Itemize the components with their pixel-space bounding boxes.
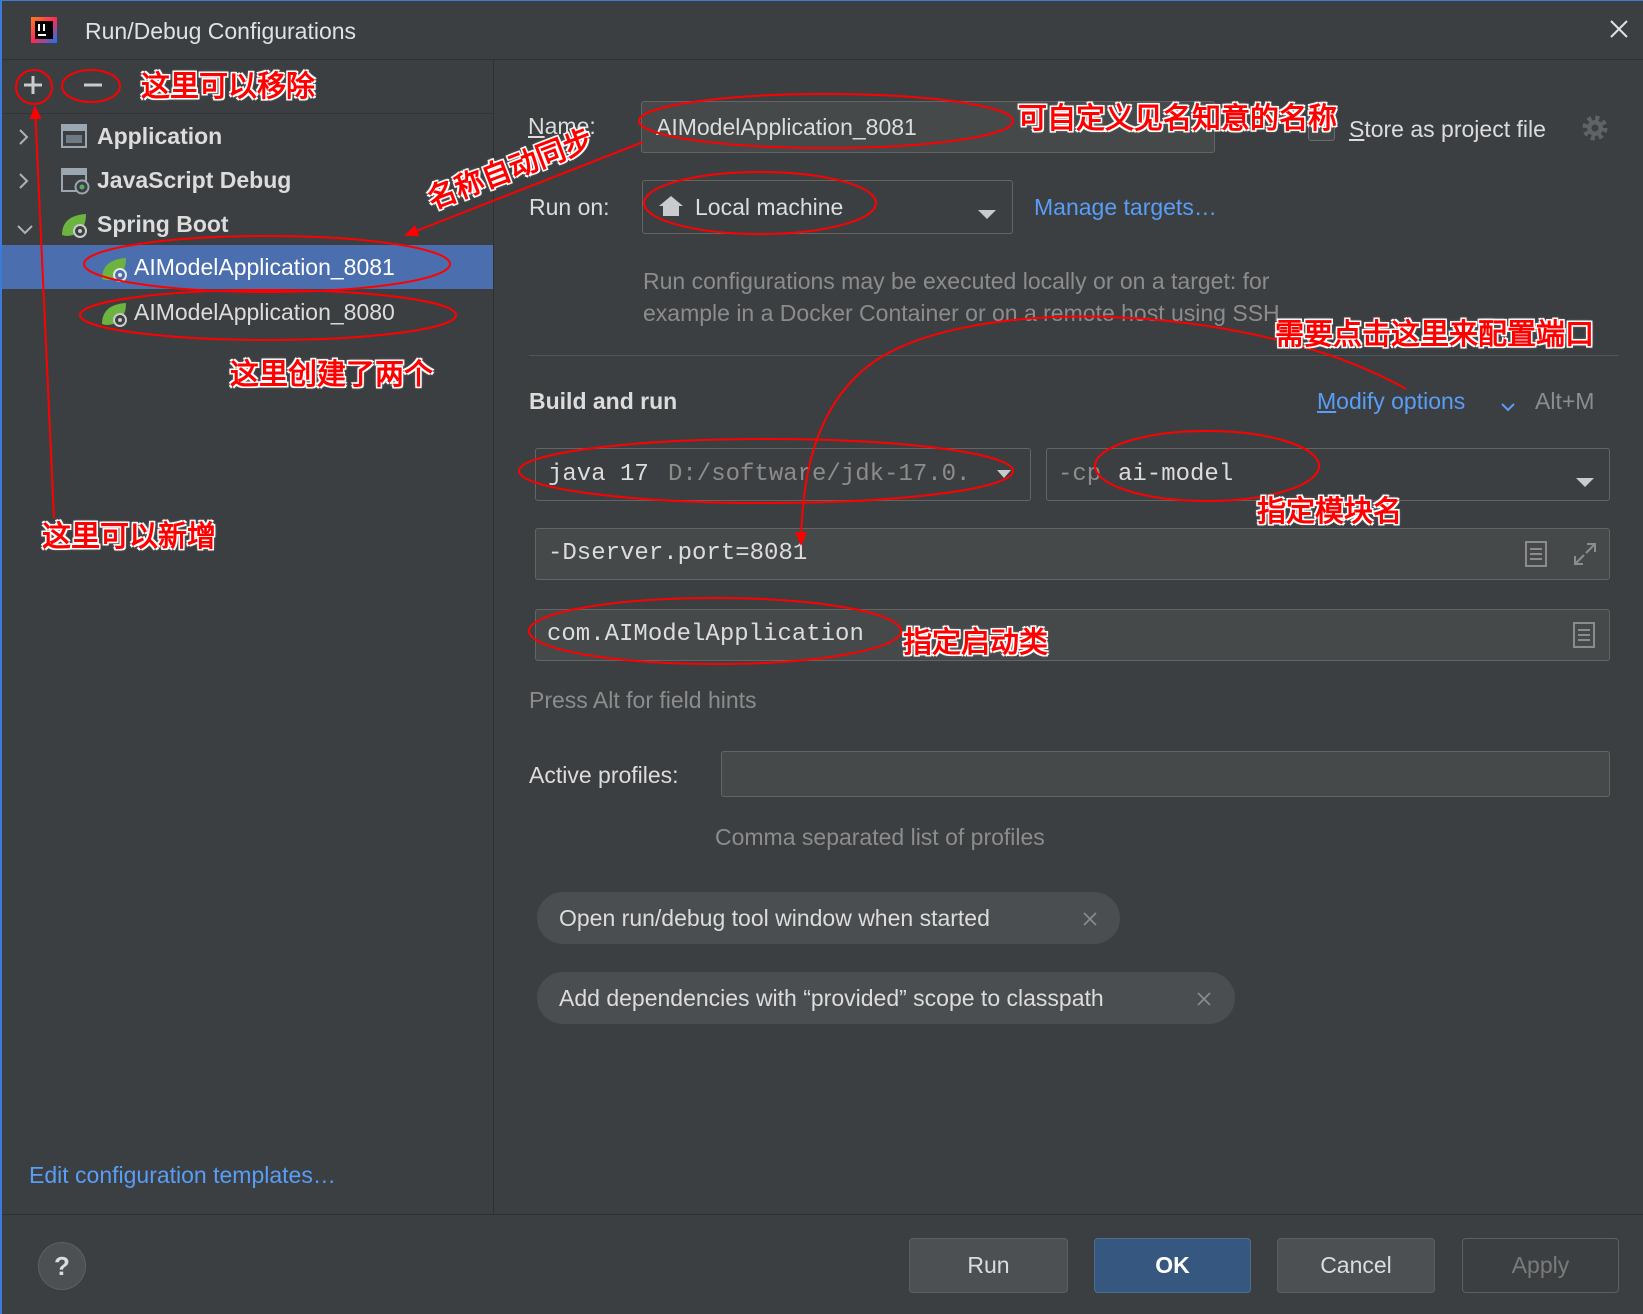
help-button[interactable]: ? (38, 1242, 86, 1290)
run-debug-configurations-dialog: Run/Debug Configurations Application Jav… (0, 0, 1643, 1314)
classpath-prefix: -cp (1058, 461, 1102, 488)
dropdown-arrow-icon (994, 449, 1030, 500)
active-profiles-hint: Comma separated list of profiles (715, 824, 1045, 850)
window-title: Run/Debug Configurations (85, 18, 357, 44)
vm-options-value: -Dserver.port=8081 (548, 540, 808, 567)
vm-options-field[interactable]: -Dserver.port=8081 (535, 528, 1610, 580)
annotation-main-class: 指定启动类 (903, 625, 1049, 659)
spring-boot-icon (59, 211, 89, 245)
browse-class-icon[interactable] (1571, 621, 1597, 655)
annotation-created-two: 这里创建了两个 (230, 357, 434, 391)
chevron-down-icon[interactable] (15, 216, 35, 243)
option-chip-label: Add dependencies with “provided” scope t… (559, 985, 1104, 1011)
run-on-description-line-2: example in a Docker Container or on a re… (643, 300, 1280, 326)
modify-options-link[interactable]: Modify options (1317, 385, 1465, 417)
tree-item-aimodelapplication-8080[interactable]: AIModelApplication_8080 (2, 290, 493, 334)
module-value: ai-model (1118, 461, 1234, 488)
home-icon (657, 193, 685, 225)
annotation-remove-hint: 这里可以移除 (141, 69, 316, 103)
chevron-right-icon[interactable] (17, 126, 31, 153)
run-button[interactable]: Run (909, 1238, 1068, 1293)
store-as-project-file-label[interactable]: Store as project file (1349, 113, 1546, 145)
active-profiles-label: Active profiles: (529, 762, 679, 788)
jre-version: java 17 (548, 461, 649, 488)
close-icon[interactable] (1194, 988, 1214, 1015)
option-chip-provided-scope: Add dependencies with “provided” scope t… (537, 972, 1235, 1024)
field-hints-text: Press Alt for field hints (529, 687, 757, 713)
tree-item-application[interactable]: Application (2, 114, 493, 158)
name-value: AIModelApplication_8081 (656, 114, 917, 140)
remove-icon[interactable] (79, 71, 107, 105)
footer-divider (2, 1214, 1643, 1215)
spring-boot-config-icon (99, 300, 129, 334)
cancel-button[interactable]: Cancel (1277, 1238, 1435, 1293)
option-chip-label: Open run/debug tool window when started (559, 905, 990, 931)
annotation-custom-name: 可自定义见名知意的名称 (1018, 101, 1338, 135)
application-icon (60, 123, 88, 155)
main-class-value: com.AIModelApplication (547, 621, 864, 648)
run-on-description-line-1: Run configurations may be executed local… (643, 268, 1270, 294)
run-on-dropdown[interactable]: Local machine (642, 180, 1013, 234)
close-icon[interactable] (1080, 908, 1100, 935)
section-divider (529, 355, 1619, 356)
main-class-field[interactable]: com.AIModelApplication (535, 609, 1610, 661)
dropdown-arrow-icon (1575, 468, 1595, 495)
jre-path: D:/software/jdk-17.0. (668, 461, 971, 488)
tree-item-spring-boot[interactable]: Spring Boot (2, 202, 493, 246)
gear-icon[interactable] (1581, 114, 1609, 148)
tree-item-label: AIModelApplication_8081 (134, 254, 395, 280)
title-bar: Run/Debug Configurations (2, 1, 1643, 60)
add-icon[interactable] (19, 71, 47, 105)
active-profiles-field[interactable] (721, 751, 1610, 797)
close-icon[interactable] (1605, 15, 1633, 49)
tree-item-javascript-debug[interactable]: JavaScript Debug (2, 158, 493, 202)
run-on-value: Local machine (695, 194, 844, 220)
chevron-down-icon[interactable] (1499, 394, 1517, 421)
expand-icon[interactable] (1571, 540, 1599, 574)
apply-button[interactable]: Apply (1462, 1238, 1619, 1293)
modify-options-shortcut: Alt+M (1535, 388, 1595, 414)
annotation-module-name: 指定模块名 (1257, 494, 1403, 528)
chevron-right-icon[interactable] (17, 170, 31, 197)
manage-targets-link[interactable]: Manage targets… (1034, 191, 1217, 223)
tree-item-label: JavaScript Debug (97, 167, 292, 193)
spring-boot-config-icon (99, 255, 129, 289)
javascript-debug-icon (60, 167, 90, 201)
jre-dropdown[interactable]: java 17 D:/software/jdk-17.0. (535, 448, 1031, 501)
tree-item-label: Application (97, 123, 223, 149)
intellij-idea-icon (30, 16, 58, 50)
annotation-configure-port: 需要点击这里来配置端口 (1275, 317, 1595, 351)
build-and-run-heading: Build and run (529, 388, 678, 414)
tree-item-label: Spring Boot (97, 211, 229, 237)
tree-item-label: AIModelApplication_8080 (134, 299, 395, 325)
option-chip-open-tool-window: Open run/debug tool window when started (537, 892, 1120, 944)
run-on-label: Run on: (529, 194, 610, 220)
ok-button[interactable]: OK (1094, 1238, 1251, 1293)
annotation-add-hint: 这里可以新增 (42, 519, 217, 553)
tree-item-aimodelapplication-8081[interactable]: AIModelApplication_8081 (2, 245, 493, 289)
notes-icon[interactable] (1523, 540, 1549, 574)
edit-configuration-templates-link[interactable]: Edit configuration templates… (29, 1159, 336, 1191)
dropdown-arrow-icon (977, 200, 997, 227)
